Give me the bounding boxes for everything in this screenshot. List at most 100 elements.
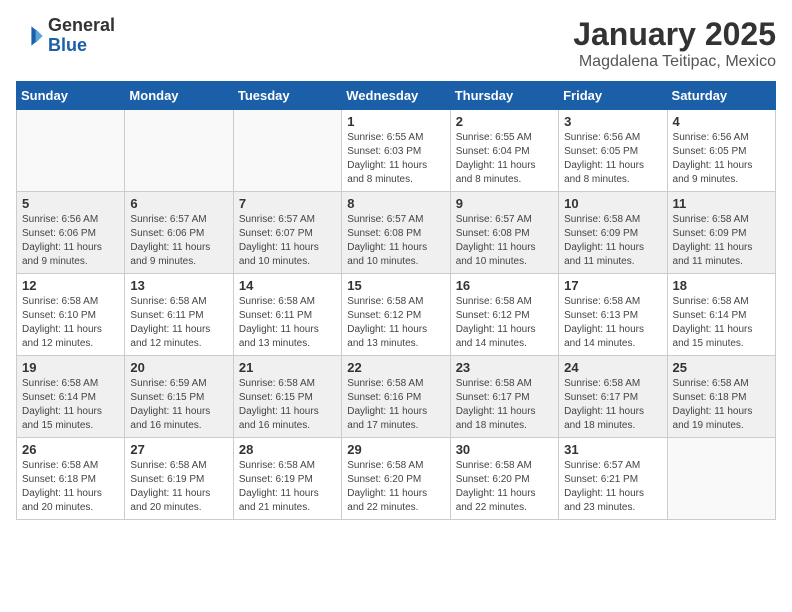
calendar-cell: 31 Sunrise: 6:57 AM Sunset: 6:21 PM Dayli… — [559, 438, 667, 520]
day-info: Sunrise: 6:58 AM Sunset: 6:14 PM Dayligh… — [673, 295, 770, 351]
calendar-cell: 19 Sunrise: 6:58 AM Sunset: 6:14 PM Dayli… — [17, 356, 125, 438]
day-info: Sunrise: 6:55 AM Sunset: 6:04 PM Dayligh… — [456, 131, 553, 187]
calendar-cell: 7Sunrise: 6:57 AM Sunset: 6:07 PM Daylig… — [233, 192, 341, 274]
day-number: 30 — [456, 442, 553, 457]
calendar-cell: 5 Sunrise: 6:56 AM Sunset: 6:06 PM Daylig… — [17, 192, 125, 274]
calendar-cell: 18 Sunrise: 6:58 AM Sunset: 6:14 PM Dayli… — [667, 274, 775, 356]
day-info: Sunrise: 6:57 AM Sunset: 6:08 PM Dayligh… — [456, 213, 553, 269]
day-info: Sunrise: 6:58 AM Sunset: 6:13 PM Dayligh… — [564, 295, 661, 351]
calendar-cell: 4 Sunrise: 6:56 AM Sunset: 6:05 PM Daylig… — [667, 110, 775, 192]
day-info: Sunrise: 6:58 AM Sunset: 6:15 PM Dayligh… — [239, 377, 336, 433]
calendar-cell: 22 Sunrise: 6:58 AM Sunset: 6:16 PM Dayli… — [342, 356, 450, 438]
calendar-week-4: 19 Sunrise: 6:58 AM Sunset: 6:14 PM Dayli… — [17, 356, 776, 438]
day-number: 13 — [130, 278, 227, 293]
calendar-cell: 25Sunrise: 6:58 AM Sunset: 6:18 PM Dayli… — [667, 356, 775, 438]
weekday-header-tuesday: Tuesday — [233, 82, 341, 110]
calendar-cell: 15 Sunrise: 6:58 AM Sunset: 6:12 PM Dayli… — [342, 274, 450, 356]
day-number: 22 — [347, 360, 444, 375]
day-info: Sunrise: 6:58 AM Sunset: 6:17 PM Dayligh… — [456, 377, 553, 433]
calendar-cell: 17 Sunrise: 6:58 AM Sunset: 6:13 PM Dayli… — [559, 274, 667, 356]
calendar-week-2: 5 Sunrise: 6:56 AM Sunset: 6:06 PM Daylig… — [17, 192, 776, 274]
calendar-cell: 10 Sunrise: 6:58 AM Sunset: 6:09 PM Dayli… — [559, 192, 667, 274]
calendar-cell: 26Sunrise: 6:58 AM Sunset: 6:18 PM Dayli… — [17, 438, 125, 520]
weekday-header-saturday: Saturday — [667, 82, 775, 110]
calendar-cell: 14Sunrise: 6:58 AM Sunset: 6:11 PM Dayli… — [233, 274, 341, 356]
calendar-cell: 11 Sunrise: 6:58 AM Sunset: 6:09 PM Dayli… — [667, 192, 775, 274]
weekday-header-monday: Monday — [125, 82, 233, 110]
calendar-cell — [125, 110, 233, 192]
day-info: Sunrise: 6:57 AM Sunset: 6:07 PM Dayligh… — [239, 213, 336, 269]
weekday-header-row: SundayMondayTuesdayWednesdayThursdayFrid… — [17, 82, 776, 110]
calendar-cell: 1 Sunrise: 6:55 AM Sunset: 6:03 PM Daylig… — [342, 110, 450, 192]
day-number: 11 — [673, 196, 770, 211]
day-info: Sunrise: 6:58 AM Sunset: 6:19 PM Dayligh… — [239, 459, 336, 515]
day-info: Sunrise: 6:58 AM Sunset: 6:14 PM Dayligh… — [22, 377, 119, 433]
calendar-cell: 2 Sunrise: 6:55 AM Sunset: 6:04 PM Daylig… — [450, 110, 558, 192]
calendar-cell: 27 Sunrise: 6:58 AM Sunset: 6:19 PM Dayli… — [125, 438, 233, 520]
day-number: 19 — [22, 360, 119, 375]
title-block: January 2025 Magdalena Teitipac, Mexico — [573, 16, 776, 71]
day-info: Sunrise: 6:57 AM Sunset: 6:21 PM Dayligh… — [564, 459, 661, 515]
day-number: 14 — [239, 278, 336, 293]
day-info: Sunrise: 6:55 AM Sunset: 6:03 PM Dayligh… — [347, 131, 444, 187]
calendar-cell: 3 Sunrise: 6:56 AM Sunset: 6:05 PM Daylig… — [559, 110, 667, 192]
calendar-cell: 21Sunrise: 6:58 AM Sunset: 6:15 PM Dayli… — [233, 356, 341, 438]
day-info: Sunrise: 6:58 AM Sunset: 6:19 PM Dayligh… — [130, 459, 227, 515]
weekday-header-friday: Friday — [559, 82, 667, 110]
day-info: Sunrise: 6:58 AM Sunset: 6:09 PM Dayligh… — [673, 213, 770, 269]
day-number: 16 — [456, 278, 553, 293]
day-number: 2 — [456, 114, 553, 129]
day-info: Sunrise: 6:59 AM Sunset: 6:15 PM Dayligh… — [130, 377, 227, 433]
calendar-cell: 29Sunrise: 6:58 AM Sunset: 6:20 PM Dayli… — [342, 438, 450, 520]
logo: General Blue — [16, 16, 115, 56]
weekday-header-thursday: Thursday — [450, 82, 558, 110]
day-info: Sunrise: 6:57 AM Sunset: 6:08 PM Dayligh… — [347, 213, 444, 269]
day-number: 31 — [564, 442, 661, 457]
page-header: General Blue January 2025 Magdalena Teit… — [16, 16, 776, 71]
calendar-cell: 24Sunrise: 6:58 AM Sunset: 6:17 PM Dayli… — [559, 356, 667, 438]
calendar-cell — [233, 110, 341, 192]
day-number: 8 — [347, 196, 444, 211]
day-number: 17 — [564, 278, 661, 293]
day-info: Sunrise: 6:58 AM Sunset: 6:16 PM Dayligh… — [347, 377, 444, 433]
day-number: 12 — [22, 278, 119, 293]
calendar-week-3: 12Sunrise: 6:58 AM Sunset: 6:10 PM Dayli… — [17, 274, 776, 356]
calendar-week-1: 1 Sunrise: 6:55 AM Sunset: 6:03 PM Daylig… — [17, 110, 776, 192]
day-info: Sunrise: 6:58 AM Sunset: 6:20 PM Dayligh… — [456, 459, 553, 515]
calendar-cell: 8 Sunrise: 6:57 AM Sunset: 6:08 PM Daylig… — [342, 192, 450, 274]
day-number: 18 — [673, 278, 770, 293]
day-number: 15 — [347, 278, 444, 293]
day-info: Sunrise: 6:56 AM Sunset: 6:06 PM Dayligh… — [22, 213, 119, 269]
month-title: January 2025 — [573, 16, 776, 53]
day-number: 27 — [130, 442, 227, 457]
day-number: 4 — [673, 114, 770, 129]
day-number: 3 — [564, 114, 661, 129]
calendar-cell: 9 Sunrise: 6:57 AM Sunset: 6:08 PM Daylig… — [450, 192, 558, 274]
calendar-cell: 28Sunrise: 6:58 AM Sunset: 6:19 PM Dayli… — [233, 438, 341, 520]
calendar-cell — [667, 438, 775, 520]
day-number: 1 — [347, 114, 444, 129]
calendar-cell: 6Sunrise: 6:57 AM Sunset: 6:06 PM Daylig… — [125, 192, 233, 274]
day-info: Sunrise: 6:58 AM Sunset: 6:12 PM Dayligh… — [347, 295, 444, 351]
logo-icon — [16, 22, 44, 50]
calendar-cell: 20 Sunrise: 6:59 AM Sunset: 6:15 PM Dayli… — [125, 356, 233, 438]
day-number: 5 — [22, 196, 119, 211]
calendar: SundayMondayTuesdayWednesdayThursdayFrid… — [16, 81, 776, 520]
calendar-cell — [17, 110, 125, 192]
calendar-week-5: 26Sunrise: 6:58 AM Sunset: 6:18 PM Dayli… — [17, 438, 776, 520]
day-info: Sunrise: 6:56 AM Sunset: 6:05 PM Dayligh… — [564, 131, 661, 187]
day-info: Sunrise: 6:56 AM Sunset: 6:05 PM Dayligh… — [673, 131, 770, 187]
day-number: 20 — [130, 360, 227, 375]
calendar-cell: 13 Sunrise: 6:58 AM Sunset: 6:11 PM Dayli… — [125, 274, 233, 356]
day-info: Sunrise: 6:58 AM Sunset: 6:20 PM Dayligh… — [347, 459, 444, 515]
day-number: 10 — [564, 196, 661, 211]
day-number: 9 — [456, 196, 553, 211]
calendar-cell: 23Sunrise: 6:58 AM Sunset: 6:17 PM Dayli… — [450, 356, 558, 438]
day-info: Sunrise: 6:58 AM Sunset: 6:12 PM Dayligh… — [456, 295, 553, 351]
day-info: Sunrise: 6:57 AM Sunset: 6:06 PM Dayligh… — [130, 213, 227, 269]
day-info: Sunrise: 6:58 AM Sunset: 6:09 PM Dayligh… — [564, 213, 661, 269]
day-number: 26 — [22, 442, 119, 457]
day-info: Sunrise: 6:58 AM Sunset: 6:11 PM Dayligh… — [130, 295, 227, 351]
calendar-cell: 16 Sunrise: 6:58 AM Sunset: 6:12 PM Dayli… — [450, 274, 558, 356]
weekday-header-sunday: Sunday — [17, 82, 125, 110]
